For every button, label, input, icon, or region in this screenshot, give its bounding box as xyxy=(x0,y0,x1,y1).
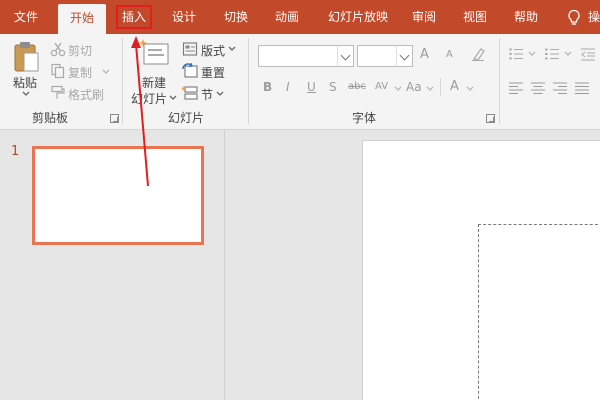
tab-file[interactable]: 文件 xyxy=(0,0,52,34)
paste-dropdown-icon[interactable] xyxy=(22,91,30,97)
new-slide-label-2[interactable]: 幻灯片 xyxy=(131,90,167,107)
change-case-dropdown-icon[interactable] xyxy=(426,86,434,92)
spacing-dropdown-icon[interactable] xyxy=(394,86,402,92)
copy-dropdown-icon[interactable] xyxy=(102,69,110,75)
cut-icon[interactable] xyxy=(50,41,66,57)
font-name-dropdown-icon[interactable] xyxy=(337,46,353,66)
group-separator xyxy=(122,38,123,124)
format-painter-button[interactable]: 格式刷 xyxy=(68,86,104,103)
tab-slideshow[interactable]: 幻灯片放映 xyxy=(318,0,398,34)
group-separator xyxy=(499,38,500,124)
numbering-icon[interactable] xyxy=(544,46,560,62)
group-label-clipboard: 剪贴板 xyxy=(32,111,69,125)
tab-insert[interactable]: 插入 xyxy=(112,0,156,34)
text-shadow-button[interactable]: S xyxy=(329,80,337,94)
decrease-indent-icon[interactable] xyxy=(580,46,596,62)
bullets-dropdown-icon[interactable] xyxy=(528,51,536,57)
clipboard-launcher-icon[interactable] xyxy=(110,114,119,123)
slide-number: 1 xyxy=(11,144,20,159)
layout-dropdown-icon[interactable] xyxy=(228,46,236,52)
cut-button[interactable]: 剪切 xyxy=(68,42,92,59)
font-color-button[interactable]: A xyxy=(450,79,459,94)
tab-help[interactable]: 帮助 xyxy=(508,0,544,34)
section-icon[interactable] xyxy=(182,85,198,101)
tab-insert-label: 插入 xyxy=(115,5,152,29)
strikethrough-button[interactable]: abc xyxy=(348,81,366,92)
group-separator xyxy=(248,38,249,124)
new-slide-icon[interactable] xyxy=(138,38,170,68)
tab-animations[interactable]: 动画 xyxy=(268,0,306,34)
layout-button[interactable]: 版式 xyxy=(201,42,225,59)
tab-home[interactable]: 开始 xyxy=(58,4,106,34)
justify-icon[interactable] xyxy=(574,80,590,96)
numbering-dropdown-icon[interactable] xyxy=(564,51,572,57)
tab-review[interactable]: 审阅 xyxy=(408,0,440,34)
bold-button[interactable]: B xyxy=(263,80,272,94)
format-painter-icon[interactable] xyxy=(50,85,66,101)
clear-formatting-icon[interactable] xyxy=(470,46,486,62)
character-spacing-button[interactable]: AV xyxy=(375,81,388,92)
ribbon-home: 粘贴 剪切 复制 格式刷 剪贴板 新建 幻灯片 版式 重置 节 幻灯片 A A … xyxy=(0,34,600,130)
copy-icon[interactable] xyxy=(50,63,66,79)
reset-icon[interactable] xyxy=(182,63,198,79)
new-slide-dropdown-icon[interactable] xyxy=(169,95,177,101)
section-dropdown-icon[interactable] xyxy=(216,91,224,97)
font-color-dropdown-icon[interactable] xyxy=(466,86,474,92)
group-label-font: 字体 xyxy=(352,111,377,125)
change-case-button[interactable]: Aa xyxy=(406,80,422,94)
align-left-icon[interactable] xyxy=(508,80,524,96)
grow-font-button[interactable]: A xyxy=(420,47,429,62)
format-separator xyxy=(440,78,441,96)
italic-button[interactable]: I xyxy=(286,80,290,94)
bullets-icon[interactable] xyxy=(508,46,524,62)
group-label-slides: 幻灯片 xyxy=(168,111,205,125)
tab-view[interactable]: 视图 xyxy=(458,0,492,34)
paste-button[interactable]: 粘贴 xyxy=(13,74,37,91)
new-slide-button[interactable]: 新建 xyxy=(142,74,166,91)
paste-icon[interactable] xyxy=(12,40,40,74)
tell-me-search-label[interactable]: 操 xyxy=(588,0,600,34)
slide-thumbnail[interactable] xyxy=(32,146,204,245)
tab-transitions[interactable]: 切换 xyxy=(216,0,256,34)
underline-button[interactable]: U xyxy=(307,80,316,94)
content-placeholder[interactable] xyxy=(478,224,600,400)
lightbulb-icon[interactable] xyxy=(566,9,582,27)
font-size-combo[interactable] xyxy=(357,45,413,67)
align-center-icon[interactable] xyxy=(530,80,546,96)
section-button[interactable]: 节 xyxy=(201,86,213,103)
font-launcher-icon[interactable] xyxy=(486,114,495,123)
ribbon-tab-bar: 文件 开始 插入 设计 切换 动画 幻灯片放映 审阅 视图 帮助 操 xyxy=(0,0,600,34)
layout-icon[interactable] xyxy=(182,41,198,57)
copy-button[interactable]: 复制 xyxy=(68,64,92,81)
align-right-icon[interactable] xyxy=(552,80,568,96)
font-size-dropdown-icon[interactable] xyxy=(396,46,412,66)
font-name-combo[interactable] xyxy=(258,45,354,67)
tab-design[interactable]: 设计 xyxy=(166,0,202,34)
reset-button[interactable]: 重置 xyxy=(201,64,225,81)
shrink-font-button[interactable]: A xyxy=(446,49,453,60)
